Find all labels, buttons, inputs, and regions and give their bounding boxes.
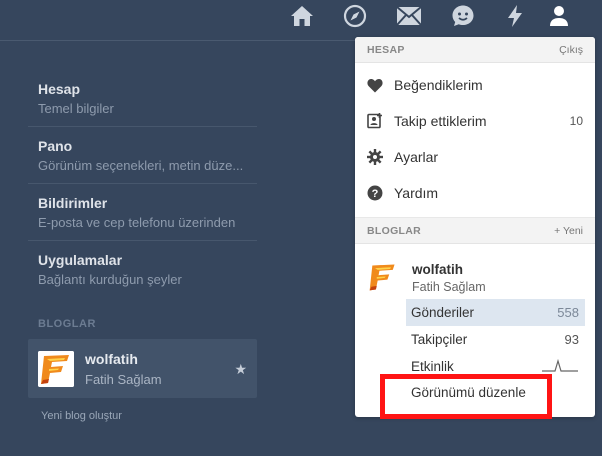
home-icon[interactable] [289,3,315,29]
stat-followers[interactable]: Takipçiler 93 [406,326,585,353]
blogs-section-header: BLOGLAR [38,318,96,330]
blog-card[interactable]: wolfatih Fatih Sağlam ★ [28,339,257,398]
compass-icon[interactable] [342,3,368,29]
help-icon: ? [367,185,383,201]
settings-item-notifications[interactable]: Bildirimler E-posta ve cep telefonu üzer… [28,184,257,241]
settings-item-title: Pano [38,138,73,154]
star-icon[interactable]: ★ [234,361,247,378]
menu-item-likes[interactable]: Beğendiklerim [355,67,595,103]
settings-item-subtitle: Temel bilgiler [38,101,114,116]
settings-item-apps[interactable]: Uygulamalar Bağlantı kurduğun şeyler [28,241,257,297]
edit-appearance-link[interactable]: Görünümü düzenle [411,385,526,400]
new-blog-button[interactable]: + Yeni [554,225,583,237]
menu-item-label: Takip ettiklerim [394,113,487,129]
settings-item-subtitle: Bağlantı kurduğun şeyler [38,272,182,287]
stat-activity[interactable]: Etkinlik [406,353,585,380]
lightning-icon[interactable] [502,3,528,29]
stat-label: Gönderiler [411,305,475,320]
settings-menu: Hesap Temel bilgiler Pano Görünüm seçene… [28,70,257,297]
menu-item-label: Beğendiklerim [394,77,483,93]
menu-item-label: Yardım [394,185,439,201]
blog-subtitle: Fatih Sağlam [412,280,486,294]
blog-subtitle: Fatih Sağlam [85,372,162,387]
stat-posts[interactable]: Gönderiler 558 [406,299,585,326]
svg-text:?: ? [372,188,379,200]
nav-divider [0,40,360,41]
blog-avatar [38,351,74,387]
stat-value: 558 [557,305,579,320]
settings-item-subtitle: E-posta ve cep telefonu üzerinden [38,215,236,230]
account-section-header: HESAP Çıkış [355,37,595,63]
top-navigation [0,0,602,41]
stat-label: Etkinlik [411,359,454,374]
menu-item-help[interactable]: ? Yardım [355,175,595,211]
mail-icon[interactable] [396,3,422,29]
gear-icon [367,149,383,165]
menu-item-settings[interactable]: Ayarlar [355,139,595,175]
new-blog-link[interactable]: Yeni blog oluştur [41,410,122,422]
blog-stats: Gönderiler 558 Takipçiler 93 Etkinlik [406,299,585,380]
menu-item-label: Ayarlar [394,149,439,165]
stat-label: Takipçiler [411,332,468,347]
account-header-label: HESAP [367,43,405,56]
menu-item-count: 10 [569,114,583,128]
settings-item-account[interactable]: Hesap Temel bilgiler [28,70,257,127]
logout-link[interactable]: Çıkış [559,44,583,56]
account-icon[interactable] [546,3,572,29]
settings-item-title: Uygulamalar [38,252,123,268]
blog-name: wolfatih [412,262,463,277]
following-icon [367,113,383,129]
stat-value: 93 [564,332,579,347]
settings-item-title: Bildirimler [38,195,108,211]
account-menu-list: Beğendiklerim Takip ettiklerim 10 Ayarla… [355,63,595,218]
account-dropdown: HESAP Çıkış Beğendiklerim Takip ettikler… [355,37,595,417]
menu-item-following[interactable]: Takip ettiklerim 10 [355,103,595,139]
settings-item-title: Hesap [38,81,81,97]
activity-sparkline [541,357,579,376]
blog-name: wolfatih [85,351,138,367]
blog-avatar [367,261,399,293]
settings-item-dashboard[interactable]: Pano Görünüm seçenekleri, metin düze... [28,127,257,184]
settings-item-subtitle: Görünüm seçenekleri, metin düze... [38,158,244,173]
heart-icon [367,77,383,93]
emoji-icon[interactable] [450,3,476,29]
blogs-dropdown-header: BLOGLAR + Yeni [355,218,595,244]
blogs-header-label: BLOGLAR [367,224,422,237]
